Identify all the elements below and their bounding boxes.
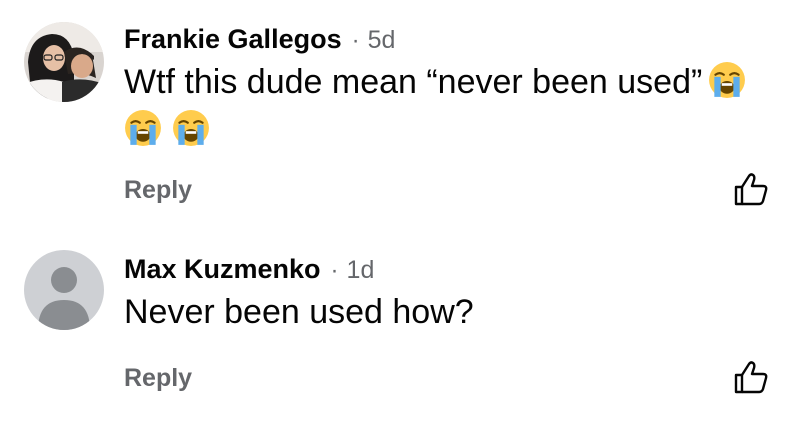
comment-text-content: Wtf this dude mean “never been used”: [124, 63, 703, 101]
comment-text: Wtf this dude mean “never been used”: [124, 58, 774, 154]
default-avatar-icon: [24, 250, 104, 330]
comment-item: Max Kuzmenko · 1d Never been used how? R…: [0, 228, 800, 438]
comment-text: Never been used how?: [124, 288, 774, 336]
reply-button[interactable]: Reply: [124, 176, 192, 205]
separator-dot: ·: [330, 257, 339, 284]
loudly-crying-face-emoji: [124, 109, 162, 147]
comment-item: Frankie Gallegos · 5d Wtf this dude mean…: [0, 0, 800, 228]
timestamp[interactable]: 5d: [368, 26, 396, 55]
loudly-crying-face-emoji: [172, 109, 210, 147]
comment-header: Frankie Gallegos · 5d: [124, 24, 395, 55]
comment-text-content: Never been used how?: [124, 293, 474, 331]
avatar[interactable]: [24, 250, 104, 330]
like-button[interactable]: [733, 360, 769, 394]
author-name[interactable]: Max Kuzmenko: [124, 254, 321, 285]
timestamp[interactable]: 1d: [347, 256, 375, 285]
separator-dot: ·: [351, 27, 360, 54]
comment-header: Max Kuzmenko · 1d: [124, 254, 374, 285]
author-name[interactable]: Frankie Gallegos: [124, 24, 342, 55]
reply-button[interactable]: Reply: [124, 364, 192, 393]
thumbs-up-icon: [734, 361, 768, 394]
like-button[interactable]: [733, 172, 769, 206]
loudly-crying-face-emoji: [708, 61, 746, 99]
avatar[interactable]: [24, 22, 104, 102]
profile-photo-image: [24, 22, 104, 102]
thumbs-up-icon: [734, 173, 768, 206]
